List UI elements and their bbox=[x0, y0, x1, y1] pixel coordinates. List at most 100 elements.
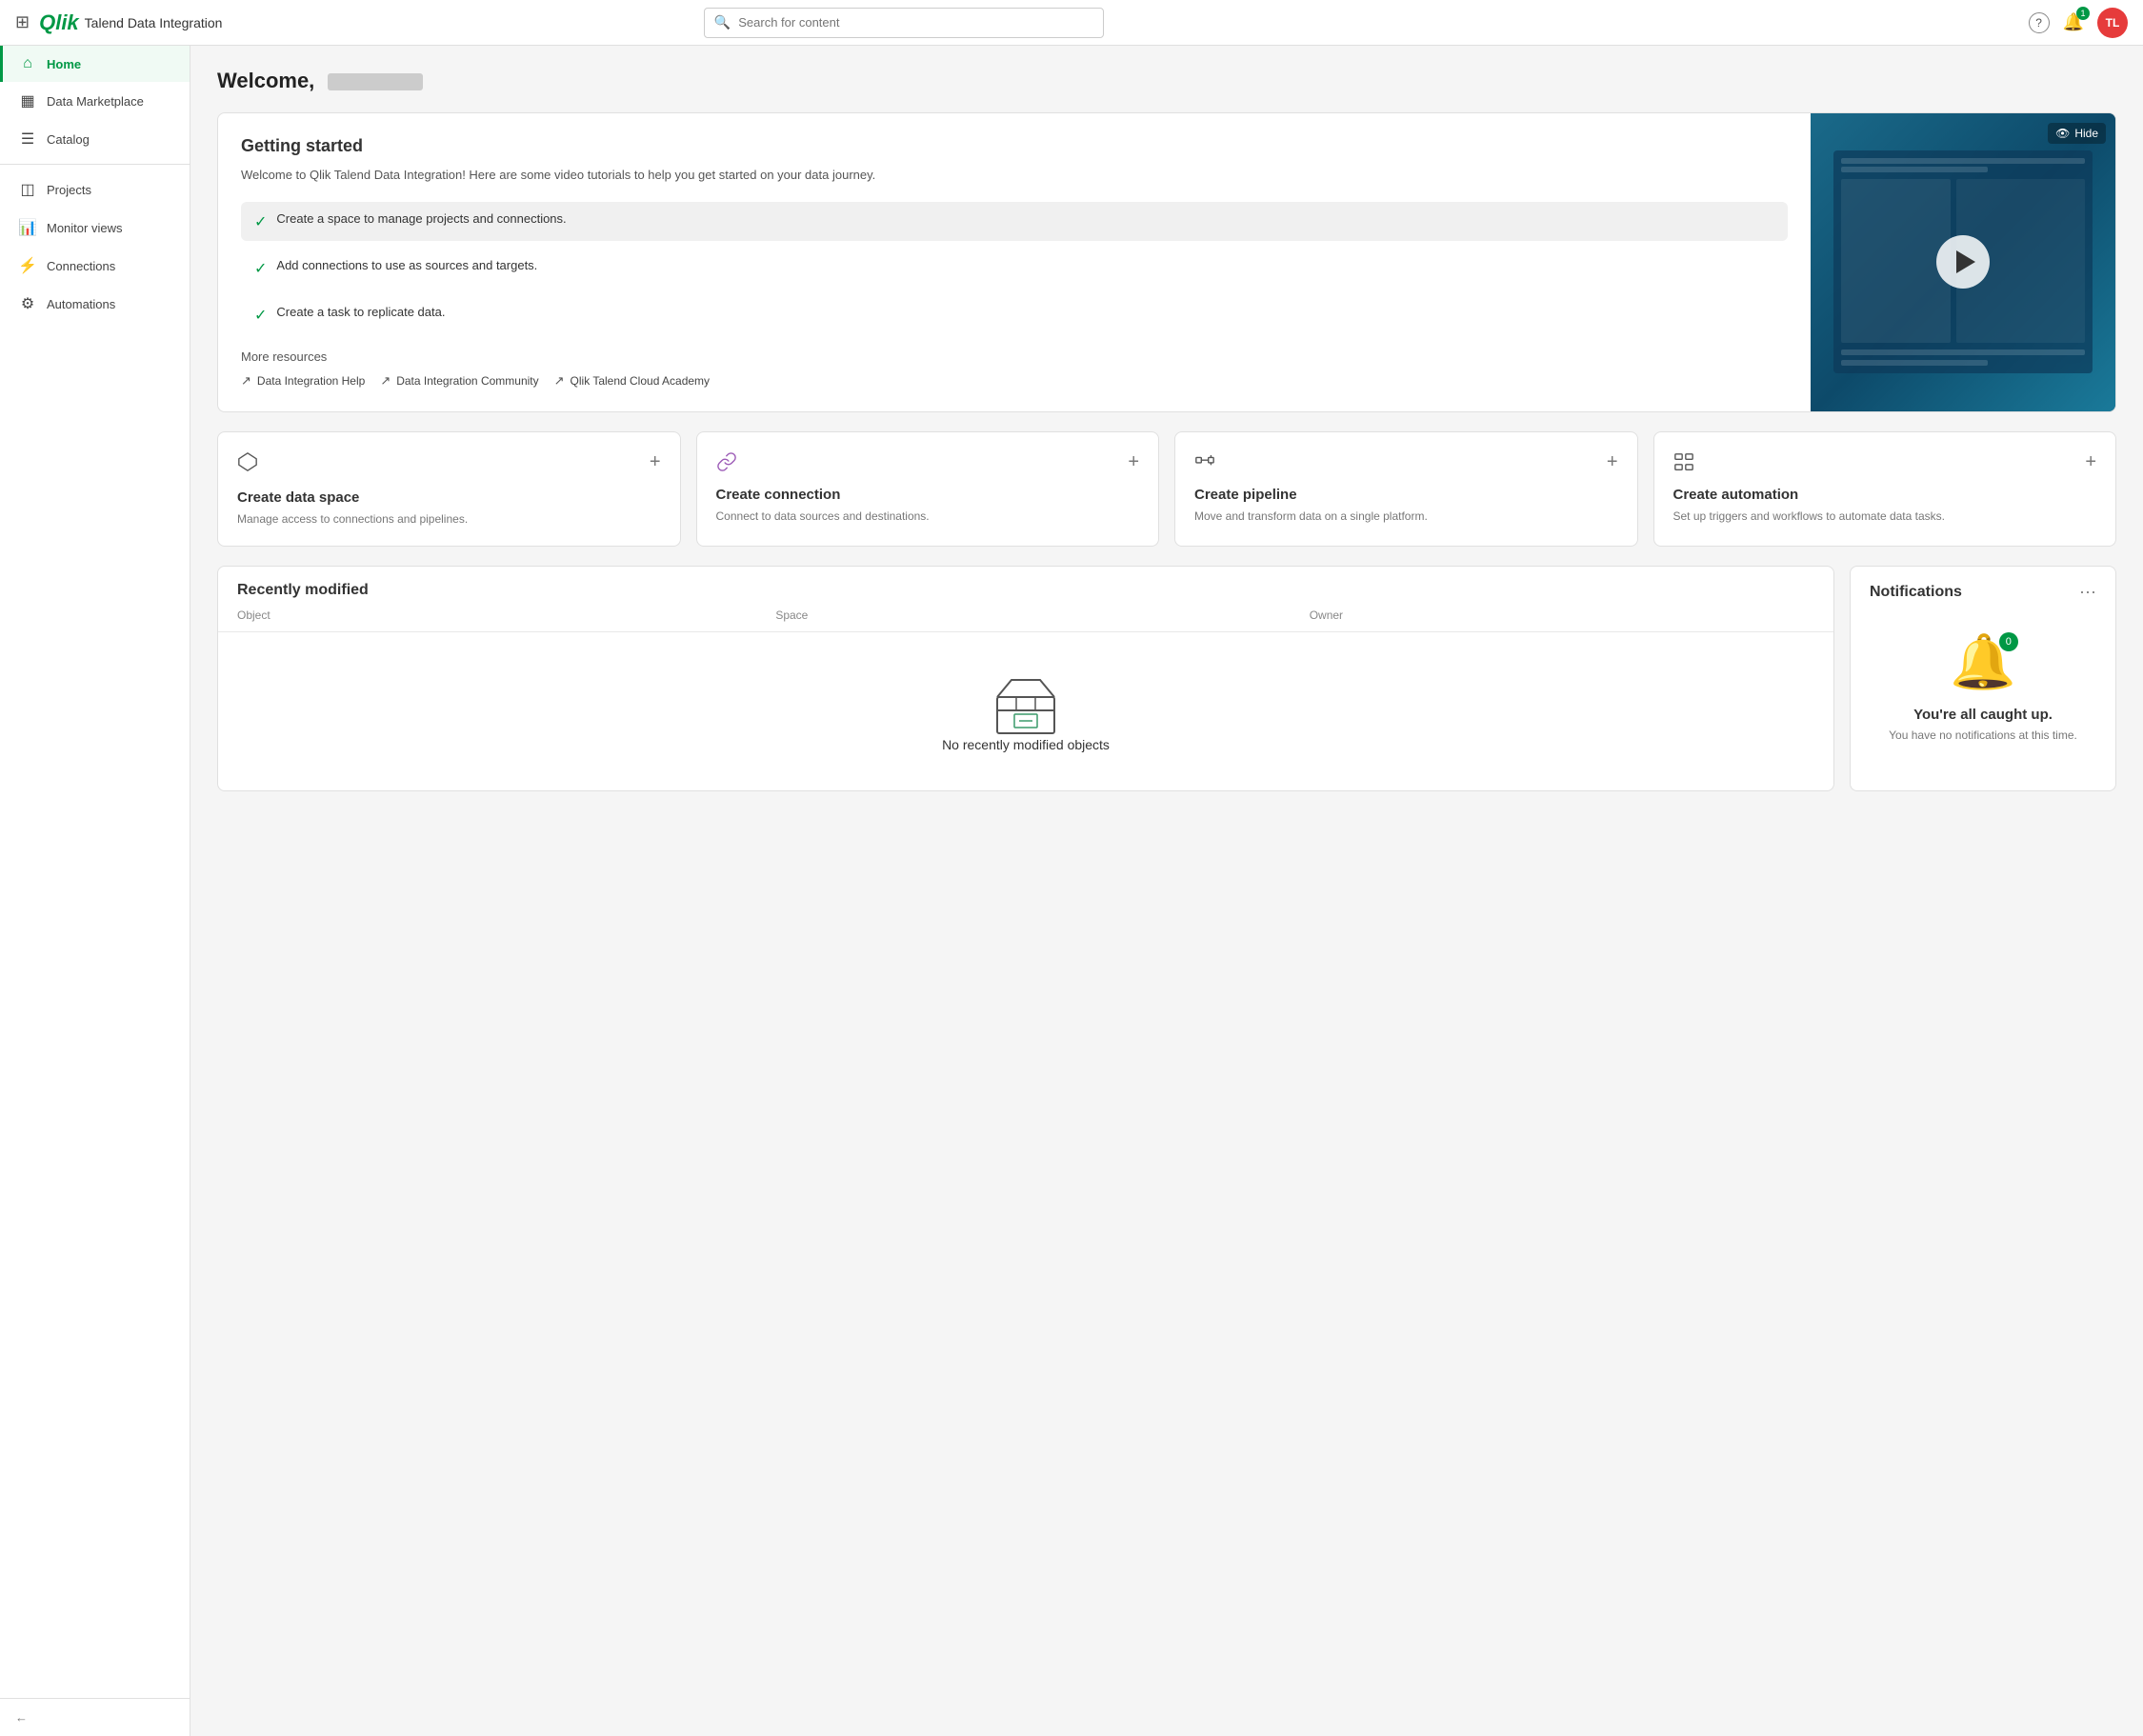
connection-add-icon[interactable]: + bbox=[1128, 451, 1139, 473]
resource-academy[interactable]: ↗ Qlik Talend Cloud Academy bbox=[554, 373, 710, 389]
resource-community[interactable]: ↗ Data Integration Community bbox=[380, 373, 538, 389]
automations-icon: ⚙ bbox=[18, 294, 37, 313]
notifications-body: 🔔 0 You're all caught up. You have no no… bbox=[1851, 602, 2115, 770]
resources-list: ↗ Data Integration Help ↗ Data Integrati… bbox=[241, 373, 1788, 389]
col-object: Object bbox=[218, 599, 756, 632]
automation-card-desc: Set up triggers and workflows to automat… bbox=[1673, 509, 2097, 525]
recently-modified-header: Recently modified bbox=[218, 567, 1833, 599]
grid-menu-icon[interactable]: ⊞ bbox=[15, 12, 30, 32]
play-icon bbox=[1956, 250, 1975, 273]
resource-help[interactable]: ↗ Data Integration Help bbox=[241, 373, 365, 389]
top-navigation: ⊞ Qlik Talend Data Integration 🔍 ? 🔔 1 T… bbox=[0, 0, 2143, 46]
data-space-icon bbox=[237, 451, 258, 478]
gs-step-3[interactable]: ✓ Create a task to replicate data. bbox=[241, 295, 1788, 334]
projects-icon: ◫ bbox=[18, 180, 37, 199]
step3-check-icon: ✓ bbox=[254, 306, 267, 325]
video-bar-2 bbox=[1841, 167, 1988, 172]
recently-modified-empty-state: No recently modified objects bbox=[218, 632, 1833, 790]
home-icon: ⌂ bbox=[18, 55, 37, 72]
notifications-icon[interactable]: 🔔 1 bbox=[2063, 12, 2084, 32]
search-input[interactable] bbox=[738, 15, 1093, 30]
connection-card-title: Create connection bbox=[716, 487, 1140, 503]
more-resources-label: More resources bbox=[241, 349, 1788, 364]
getting-started-card: Getting started Welcome to Qlik Talend D… bbox=[217, 112, 2116, 412]
getting-started-description: Welcome to Qlik Talend Data Integration!… bbox=[241, 166, 1788, 185]
create-data-space-header: + bbox=[237, 451, 661, 478]
sidebar-item-data-marketplace[interactable]: ▦ Data Marketplace bbox=[0, 82, 190, 120]
create-data-space-card[interactable]: + Create data space Manage access to con… bbox=[217, 431, 681, 548]
automation-icon bbox=[1673, 451, 1694, 475]
marketplace-icon: ▦ bbox=[18, 91, 37, 110]
video-bar-1 bbox=[1841, 158, 2085, 164]
sidebar-label-monitor: Monitor views bbox=[47, 221, 122, 235]
sidebar-label-catalog: Catalog bbox=[47, 132, 90, 147]
video-play-button[interactable] bbox=[1936, 235, 1990, 289]
hide-icon: 👁 bbox=[2055, 127, 2070, 140]
sidebar-item-connections[interactable]: ⚡ Connections bbox=[0, 247, 190, 285]
recently-modified-title: Recently modified bbox=[237, 582, 369, 599]
pipeline-card-desc: Move and transform data on a single plat… bbox=[1194, 509, 1618, 525]
video-thumbnail bbox=[1811, 113, 2115, 411]
notifications-card: Notifications ··· 🔔 0 You're all caught … bbox=[1850, 566, 2116, 791]
video-bar-4 bbox=[1841, 360, 1988, 366]
hide-label: Hide bbox=[2074, 127, 2098, 140]
automation-card-title: Create automation bbox=[1673, 487, 2097, 503]
search-icon: 🔍 bbox=[714, 14, 731, 30]
pipeline-icon bbox=[1194, 451, 1215, 475]
sidebar-label-home: Home bbox=[47, 57, 81, 71]
create-automation-header: + bbox=[1673, 451, 2097, 475]
bell-wrap: 🔔 0 bbox=[1950, 630, 2016, 693]
sidebar-item-home[interactable]: ⌂ Home bbox=[0, 46, 190, 82]
data-space-add-icon[interactable]: + bbox=[650, 451, 661, 473]
create-automation-card[interactable]: + Create automation Set up triggers and … bbox=[1653, 431, 2117, 548]
welcome-prefix: Welcome, bbox=[217, 69, 314, 92]
gs-step-2-text: Add connections to use as sources and ta… bbox=[276, 258, 537, 272]
topnav-right-actions: ? 🔔 1 TL bbox=[2029, 8, 2128, 38]
create-pipeline-card[interactable]: + Create pipeline Move and transform dat… bbox=[1174, 431, 1638, 548]
welcome-heading: Welcome, bbox=[217, 69, 2116, 93]
qlik-logo-text: Qlik bbox=[39, 10, 79, 35]
search-bar[interactable]: 🔍 bbox=[704, 8, 1104, 38]
getting-started-title: Getting started bbox=[241, 136, 1788, 156]
sidebar-collapse-button[interactable]: ← bbox=[0, 1698, 190, 1736]
hide-video-button[interactable]: 👁 Hide bbox=[2048, 123, 2106, 144]
getting-started-video: 👁 Hide bbox=[1811, 113, 2115, 411]
automation-add-icon[interactable]: + bbox=[2085, 451, 2096, 473]
sidebar-item-projects[interactable]: ◫ Projects bbox=[0, 170, 190, 209]
gs-step-2[interactable]: ✓ Add connections to use as sources and … bbox=[241, 249, 1788, 288]
data-space-card-desc: Manage access to connections and pipelin… bbox=[237, 511, 661, 528]
gs-step-1[interactable]: ✓ Create a space to manage projects and … bbox=[241, 202, 1788, 241]
sidebar-label-automations: Automations bbox=[47, 297, 115, 311]
sidebar: ⌂ Home ▦ Data Marketplace ☰ Catalog ◫ Pr… bbox=[0, 46, 190, 1736]
user-avatar[interactable]: TL bbox=[2097, 8, 2128, 38]
monitor-icon: 📊 bbox=[18, 218, 37, 237]
action-cards-row: + Create data space Manage access to con… bbox=[217, 431, 2116, 548]
create-pipeline-header: + bbox=[1194, 451, 1618, 475]
help-icon[interactable]: ? bbox=[2029, 12, 2050, 33]
create-connection-card[interactable]: + Create connection Connect to data sour… bbox=[696, 431, 1160, 548]
catalog-icon: ☰ bbox=[18, 130, 37, 149]
step2-check-icon: ✓ bbox=[254, 259, 267, 278]
pipeline-add-icon[interactable]: + bbox=[1607, 451, 1618, 473]
notifications-header: Notifications ··· bbox=[1851, 567, 2115, 602]
recently-modified-card: Recently modified Object Space Owner bbox=[217, 566, 1834, 791]
col-space: Space bbox=[756, 599, 1290, 632]
notifications-more-button[interactable]: ··· bbox=[2079, 582, 2096, 602]
sidebar-item-monitor-views[interactable]: 📊 Monitor views bbox=[0, 209, 190, 247]
gs-step-3-text: Create a task to replicate data. bbox=[276, 305, 445, 319]
resource-community-label: Data Integration Community bbox=[396, 374, 538, 388]
external-link-icon-3: ↗ bbox=[554, 373, 565, 389]
username-blur bbox=[328, 73, 423, 90]
step1-check-icon: ✓ bbox=[254, 212, 267, 231]
connections-icon: ⚡ bbox=[18, 256, 37, 275]
data-space-card-title: Create data space bbox=[237, 489, 661, 506]
sidebar-item-automations[interactable]: ⚙ Automations bbox=[0, 285, 190, 323]
sidebar-label-projects: Projects bbox=[47, 183, 91, 197]
app-logo: Qlik Talend Data Integration bbox=[39, 10, 222, 35]
getting-started-content: Getting started Welcome to Qlik Talend D… bbox=[218, 113, 1811, 411]
create-connection-header: + bbox=[716, 451, 1140, 475]
sidebar-item-catalog[interactable]: ☰ Catalog bbox=[0, 120, 190, 158]
external-link-icon-1: ↗ bbox=[241, 373, 251, 389]
caught-up-title: You're all caught up. bbox=[1913, 707, 2053, 723]
sidebar-label-connections: Connections bbox=[47, 259, 115, 273]
